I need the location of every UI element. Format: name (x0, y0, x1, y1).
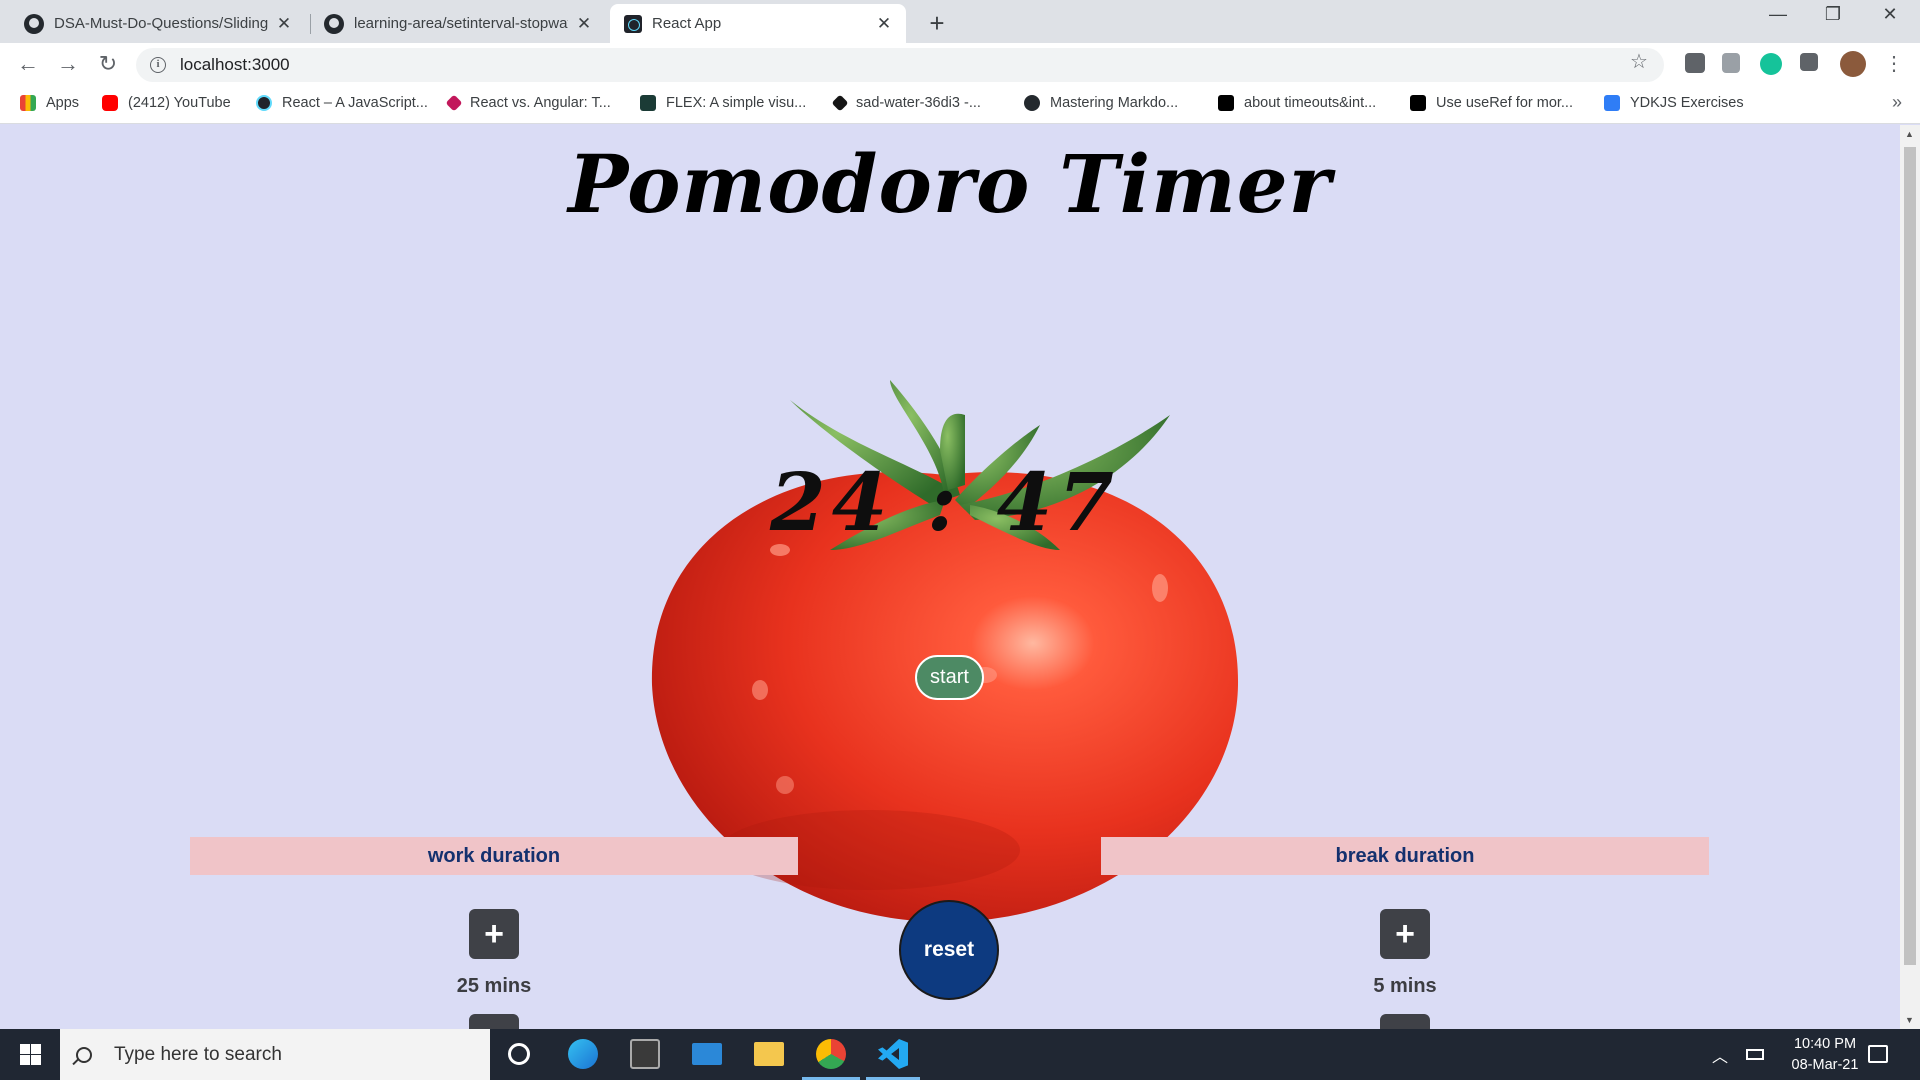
close-window-button[interactable]: ✕ (1870, 4, 1910, 25)
bookmark-markdown[interactable]: Mastering Markdo... (1024, 95, 1178, 111)
forward-button[interactable]: → (54, 51, 82, 77)
mail-icon[interactable] (692, 1043, 722, 1065)
battery-icon[interactable] (1746, 1049, 1764, 1060)
bookmarks-bar: Apps (2412) YouTube React – A JavaScript… (0, 86, 1920, 124)
browser-tab-active[interactable]: React App ✕ (610, 4, 906, 43)
extension-icon[interactable] (1722, 53, 1740, 73)
flex-icon (640, 95, 656, 111)
react-icon (256, 95, 272, 111)
break-increase-button[interactable]: + (1380, 909, 1430, 959)
clock-date: 08-Mar-21 (1791, 1057, 1859, 1073)
start-button[interactable]: start (915, 655, 984, 700)
browser-tab-strip: DSA-Must-Do-Questions/Sliding ✕ learning… (0, 0, 1920, 43)
page-title: Pomodoro Timer (568, 137, 1332, 231)
bookmark-apps[interactable]: Apps (20, 95, 79, 111)
gem-icon (445, 94, 463, 112)
bookmark-label: about timeouts&int... (1244, 95, 1377, 111)
browser-tab[interactable]: DSA-Must-Do-Questions/Sliding ✕ (10, 4, 306, 43)
js-icon (1604, 95, 1620, 111)
work-duration-heading: work duration (190, 837, 798, 875)
bookmarks-overflow-icon[interactable]: » (1892, 92, 1902, 113)
back-button[interactable]: ← (14, 51, 42, 77)
close-icon[interactable]: ✕ (274, 14, 294, 34)
video-icon (1410, 95, 1426, 111)
address-bar[interactable]: i localhost:3000 (136, 48, 1664, 82)
cortana-icon[interactable] (508, 1043, 530, 1065)
github-icon (324, 13, 344, 34)
close-icon[interactable]: ✕ (574, 14, 594, 34)
bookmark-label: (2412) YouTube (128, 95, 231, 111)
file-explorer-icon[interactable] (754, 1042, 784, 1066)
book-icon (1218, 95, 1234, 111)
edge-icon[interactable] (568, 1039, 598, 1069)
github-icon (1024, 95, 1040, 111)
reset-button[interactable]: reset (899, 900, 999, 1000)
bookmark-label: FLEX: A simple visu... (666, 95, 807, 111)
clock-time: 10:40 PM (1793, 1036, 1857, 1052)
scroll-up-icon[interactable]: ▲ (1905, 129, 1914, 139)
tab-title: DSA-Must-Do-Questions/Sliding (54, 15, 268, 32)
bookmark-label: React vs. Angular: T... (470, 95, 611, 111)
taskbar-search-input[interactable]: Type here to search (60, 1029, 490, 1080)
scrollbar-thumb[interactable] (1904, 147, 1916, 965)
new-tab-button[interactable]: + (922, 8, 952, 39)
vertical-scrollbar[interactable]: ▲ ▼ (1900, 125, 1920, 1029)
eyedropper-extension-icon[interactable] (1685, 53, 1705, 73)
timer-display: 24 : 47 (770, 455, 1120, 549)
restore-button[interactable]: ❐ (1813, 4, 1853, 25)
github-icon (24, 13, 44, 34)
reload-button[interactable]: ↻ (94, 51, 122, 77)
vscode-icon[interactable] (878, 1039, 908, 1069)
puzzle-extensions-icon[interactable] (1800, 53, 1818, 71)
bookmark-youtube[interactable]: (2412) YouTube (102, 95, 231, 111)
youtube-icon (102, 95, 118, 111)
notifications-icon[interactable] (1868, 1045, 1888, 1063)
tab-title: React App (652, 15, 722, 32)
search-icon (76, 1046, 92, 1063)
browser-toolbar: ← → ↻ i localhost:3000 ☆ ⋮ (0, 43, 1920, 86)
work-increase-button[interactable]: + (469, 909, 519, 959)
bookmark-flex[interactable]: FLEX: A simple visu... (640, 95, 806, 111)
minimize-button[interactable]: — (1758, 4, 1798, 25)
bookmark-label: Use useRef for mor... (1436, 95, 1573, 111)
bookmark-label: Apps (46, 95, 80, 111)
bookmark-timeouts[interactable]: about timeouts&int... (1218, 95, 1376, 111)
bookmark-react[interactable]: React – A JavaScript... (256, 95, 428, 111)
bookmark-react-vs-angular[interactable]: React vs. Angular: T... (445, 94, 611, 112)
apps-grid-icon (20, 95, 36, 111)
page-content: Pomodoro Timer 24: 47 start work durati… (0, 125, 1900, 1029)
scroll-down-icon[interactable]: ▼ (1905, 1015, 1914, 1025)
grammarly-icon[interactable] (1760, 53, 1782, 75)
url-text: localhost:3000 (180, 55, 290, 74)
react-icon (624, 14, 642, 33)
chrome-icon[interactable] (816, 1039, 846, 1069)
bookmark-label: React – A JavaScript... (282, 95, 428, 111)
menu-kebab-icon[interactable]: ⋮ (1880, 51, 1908, 76)
windows-taskbar: Type here to search ︿ 10:40 PM 08-Mar-21 (0, 1029, 1920, 1080)
break-decrease-button[interactable] (1380, 1014, 1430, 1029)
bookmark-label: Mastering Markdo... (1050, 95, 1179, 111)
work-decrease-button[interactable] (469, 1014, 519, 1029)
windows-start-icon[interactable] (0, 1029, 60, 1080)
profile-avatar[interactable] (1840, 51, 1866, 77)
bookmark-codesandbox[interactable]: sad-water-36di3 -... (831, 94, 981, 112)
break-duration-heading: break duration (1101, 837, 1709, 875)
bookmark-useref[interactable]: Use useRef for mor... (1410, 95, 1573, 111)
bookmark-ydkjs[interactable]: YDKJS Exercises (1604, 95, 1744, 111)
tab-title: learning-area/setinterval-stopwat (354, 15, 568, 32)
close-icon[interactable]: ✕ (874, 14, 894, 34)
search-placeholder: Type here to search (114, 1043, 282, 1065)
break-duration-value: 5 mins (1373, 975, 1437, 997)
bookmark-label: YDKJS Exercises (1630, 95, 1744, 111)
bookmark-star-icon[interactable]: ☆ (1630, 49, 1648, 74)
bookmark-label: sad-water-36di3 -... (856, 95, 981, 111)
codesandbox-icon (831, 94, 849, 112)
chevron-up-icon[interactable]: ︿ (1712, 1043, 1728, 1067)
info-icon[interactable]: i (150, 57, 166, 73)
taskbar-clock[interactable]: 10:40 PM 08-Mar-21 (1780, 1034, 1870, 1076)
store-icon[interactable] (630, 1039, 660, 1069)
browser-tab[interactable]: learning-area/setinterval-stopwat ✕ (310, 4, 606, 43)
work-duration-value: 25 mins (456, 975, 532, 997)
